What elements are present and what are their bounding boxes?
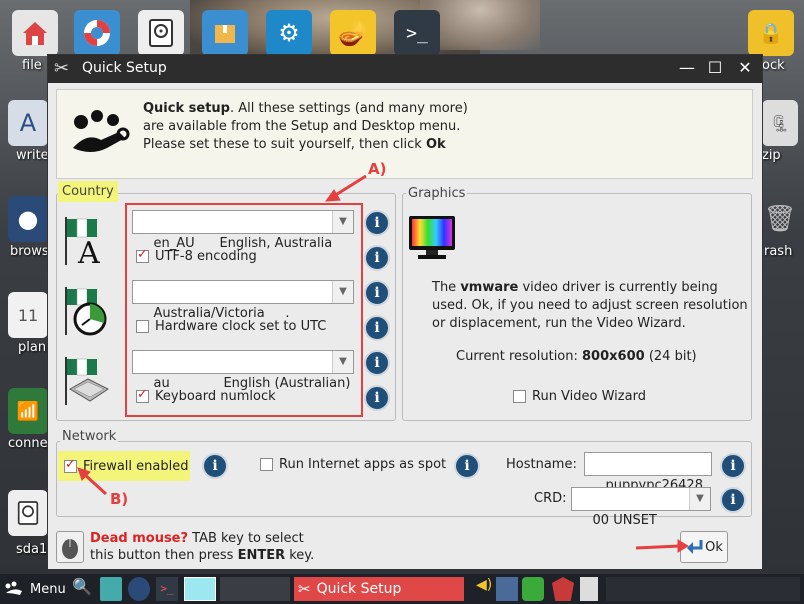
clipboard-icon[interactable]: [580, 577, 598, 601]
workspace-1[interactable]: [184, 577, 216, 601]
search-icon[interactable]: 🔍: [72, 577, 94, 601]
menu-button[interactable]: Menu: [4, 577, 68, 601]
firewall-shield-icon[interactable]: [552, 577, 574, 601]
workspace-2[interactable]: [220, 577, 290, 601]
browser-icon[interactable]: [128, 577, 150, 601]
network-icon[interactable]: [496, 577, 518, 601]
terminal-icon[interactable]: >_: [156, 577, 178, 601]
task-label: Quick Setup: [316, 581, 402, 597]
annotation-b: B): [110, 490, 129, 508]
menu-label: Menu: [30, 581, 66, 597]
task-quick-setup[interactable]: ✂ Quick Setup: [294, 577, 464, 601]
tools-icon: ✂: [298, 580, 311, 598]
puppy-menu-icon: [5, 581, 22, 595]
volume-icon[interactable]: ◀): [476, 577, 494, 601]
clock-area[interactable]: [606, 577, 800, 601]
annotation-a: A): [368, 160, 387, 178]
storage-icon[interactable]: [522, 577, 544, 601]
desktop-icon[interactable]: [100, 577, 122, 601]
taskbar: Menu 🔍 >_ ✂ Quick Setup ◀): [0, 574, 804, 604]
annotation-arrows: [77, 174, 689, 553]
